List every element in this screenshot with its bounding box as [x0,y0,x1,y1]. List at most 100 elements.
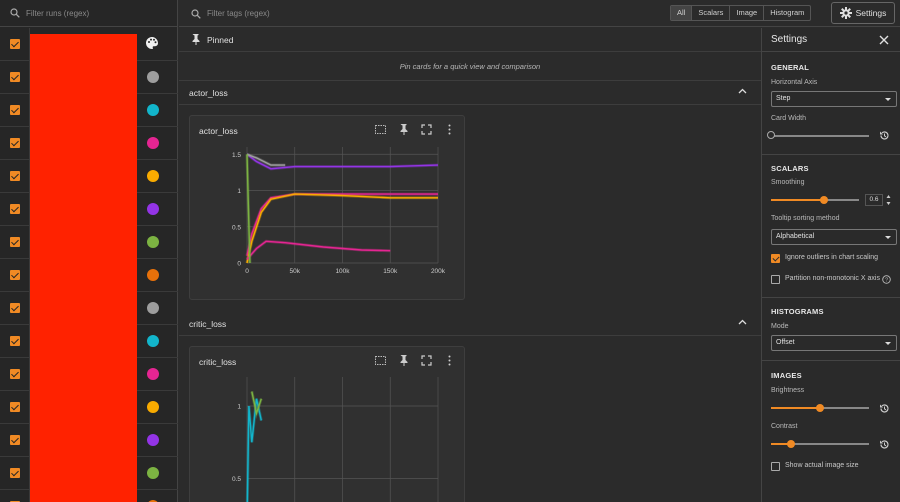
tab-image[interactable]: Image [730,6,765,20]
smoothing-slider-fill [771,199,824,201]
reset-icon[interactable] [879,439,890,450]
settings-header: Settings [762,28,900,52]
runs-filter-placeholder: Filter runs (regex) [26,8,90,18]
run-color-swatch[interactable] [147,71,159,83]
scalar-card-actor-loss: actor_loss 1.5 1 0.5 0 0 50k 100k 150k 200k [189,115,465,300]
tab-histogram[interactable]: Histogram [764,6,810,20]
run-color-swatch[interactable] [147,467,159,479]
run-color-swatch[interactable] [147,335,159,347]
run-color-swatch[interactable] [147,302,159,314]
y-tick-label: 1 [237,404,241,411]
run-checkbox[interactable] [10,402,20,412]
settings-images-section: IMAGES Brightness Contrast Show actual i… [762,361,900,477]
scalar-card-critic-loss: critic_loss 1 0.5 [189,346,465,502]
run-color-swatch[interactable] [147,104,159,116]
data-table-icon[interactable] [375,124,386,135]
critic-loss-chart[interactable]: 10.5 [190,371,466,502]
mode-label: Mode [771,323,789,330]
section-title: HISTOGRAMS [771,307,824,316]
card-width-slider-knob[interactable] [767,131,775,139]
tag-filter-input[interactable]: Filter tags (regex) [191,0,270,27]
tab-scalars[interactable]: Scalars [692,6,731,20]
close-icon[interactable] [879,35,889,45]
pin-icon[interactable] [398,124,409,135]
fullscreen-icon[interactable] [421,355,432,366]
tooltip-sorting-label: Tooltip sorting method [771,215,840,222]
horizontal-axis-select[interactable]: Step [771,91,897,107]
data-table-icon[interactable] [375,355,386,366]
y-tick-label: 0 [237,261,241,268]
run-checkbox[interactable] [10,138,20,148]
settings-button[interactable]: Settings [831,2,895,24]
brightness-slider-fill [771,407,820,409]
run-checkbox[interactable] [10,171,20,181]
run-color-swatch[interactable] [147,401,159,413]
run-checkbox[interactable] [10,369,20,379]
brightness-slider-knob[interactable] [816,404,824,412]
group-title: critic_loss [189,318,227,329]
smoothing-value-input[interactable]: 0.6 [865,194,883,206]
settings-scalars-section: SCALARS Smoothing 0.6 Tooltip sorting me… [762,155,900,298]
runs-filter-input[interactable]: Filter runs (regex) [0,0,177,27]
run-checkbox[interactable] [10,204,20,214]
run-checkbox[interactable] [10,72,20,82]
chevron-up-icon[interactable] [738,88,747,94]
group-header-actor-loss[interactable]: actor_loss [179,81,761,105]
run-color-swatch[interactable] [147,368,159,380]
run-checkbox[interactable] [10,468,20,478]
run-checkbox[interactable] [10,336,20,346]
run-color-swatch[interactable] [147,434,159,446]
pin-icon [192,34,200,45]
settings-histograms-section: HISTOGRAMS Mode Offset [762,298,900,361]
contrast-slider-knob[interactable] [786,440,795,448]
reset-icon[interactable] [879,130,890,141]
group-title: actor_loss [189,87,228,98]
tab-all[interactable]: All [671,6,693,20]
palette-icon[interactable] [145,36,159,50]
stepper-icon[interactable] [886,194,891,206]
run-checkbox[interactable] [10,237,20,247]
reset-icon[interactable] [879,403,890,414]
run-color-swatch[interactable] [147,236,159,248]
run-color-swatch[interactable] [147,170,159,182]
group-header-critic-loss[interactable]: critic_loss [179,312,761,336]
pinned-empty-hint: Pin cards for a quick view and compariso… [179,52,761,81]
pinned-section-header: Pinned [179,28,761,52]
actor-loss-chart[interactable]: 1.5 1 0.5 00 50k 100k 150k 200k [190,140,466,300]
section-title: SCALARS [771,164,809,173]
horizontal-axis-label: Horizontal Axis [771,79,818,86]
settings-general-section: GENERAL Horizontal Axis Step Card Width [762,53,900,155]
card-width-slider-track[interactable] [771,135,869,137]
help-icon[interactable]: ? [882,275,891,284]
card-toolbar [375,124,455,135]
smoothing-slider-knob[interactable] [820,196,828,204]
tooltip-sorting-select[interactable]: Alphabetical [771,229,897,245]
y-tick-label: 0.5 [232,476,241,483]
y-tick-label: 0.5 [232,224,241,231]
redacted-run-names [30,34,137,502]
run-checkbox[interactable] [10,39,20,49]
search-icon [191,8,201,19]
chevron-up-icon[interactable] [738,319,747,325]
partition-checkbox[interactable] [771,275,780,284]
settings-button-label: Settings [855,8,887,18]
y-tick-label: 1 [237,188,241,195]
run-color-swatch[interactable] [147,203,159,215]
fullscreen-icon[interactable] [421,124,432,135]
run-checkbox[interactable] [10,303,20,313]
run-color-swatch[interactable] [147,137,159,149]
search-icon [10,8,20,18]
ignore-outliers-checkbox[interactable] [771,254,780,263]
show-actual-size-checkbox[interactable] [771,462,780,471]
more-vert-icon[interactable] [444,355,455,366]
histogram-mode-select[interactable]: Offset [771,335,897,351]
runs-panel: Filter runs (regex) [0,0,178,502]
settings-panel: Settings GENERAL Horizontal Axis Step Ca… [761,28,900,502]
run-checkbox[interactable] [10,105,20,115]
run-color-swatch[interactable] [147,269,159,281]
more-vert-icon[interactable] [444,124,455,135]
y-tick-label: 1.5 [232,152,241,159]
run-checkbox[interactable] [10,435,20,445]
run-checkbox[interactable] [10,270,20,280]
pin-icon[interactable] [398,355,409,366]
